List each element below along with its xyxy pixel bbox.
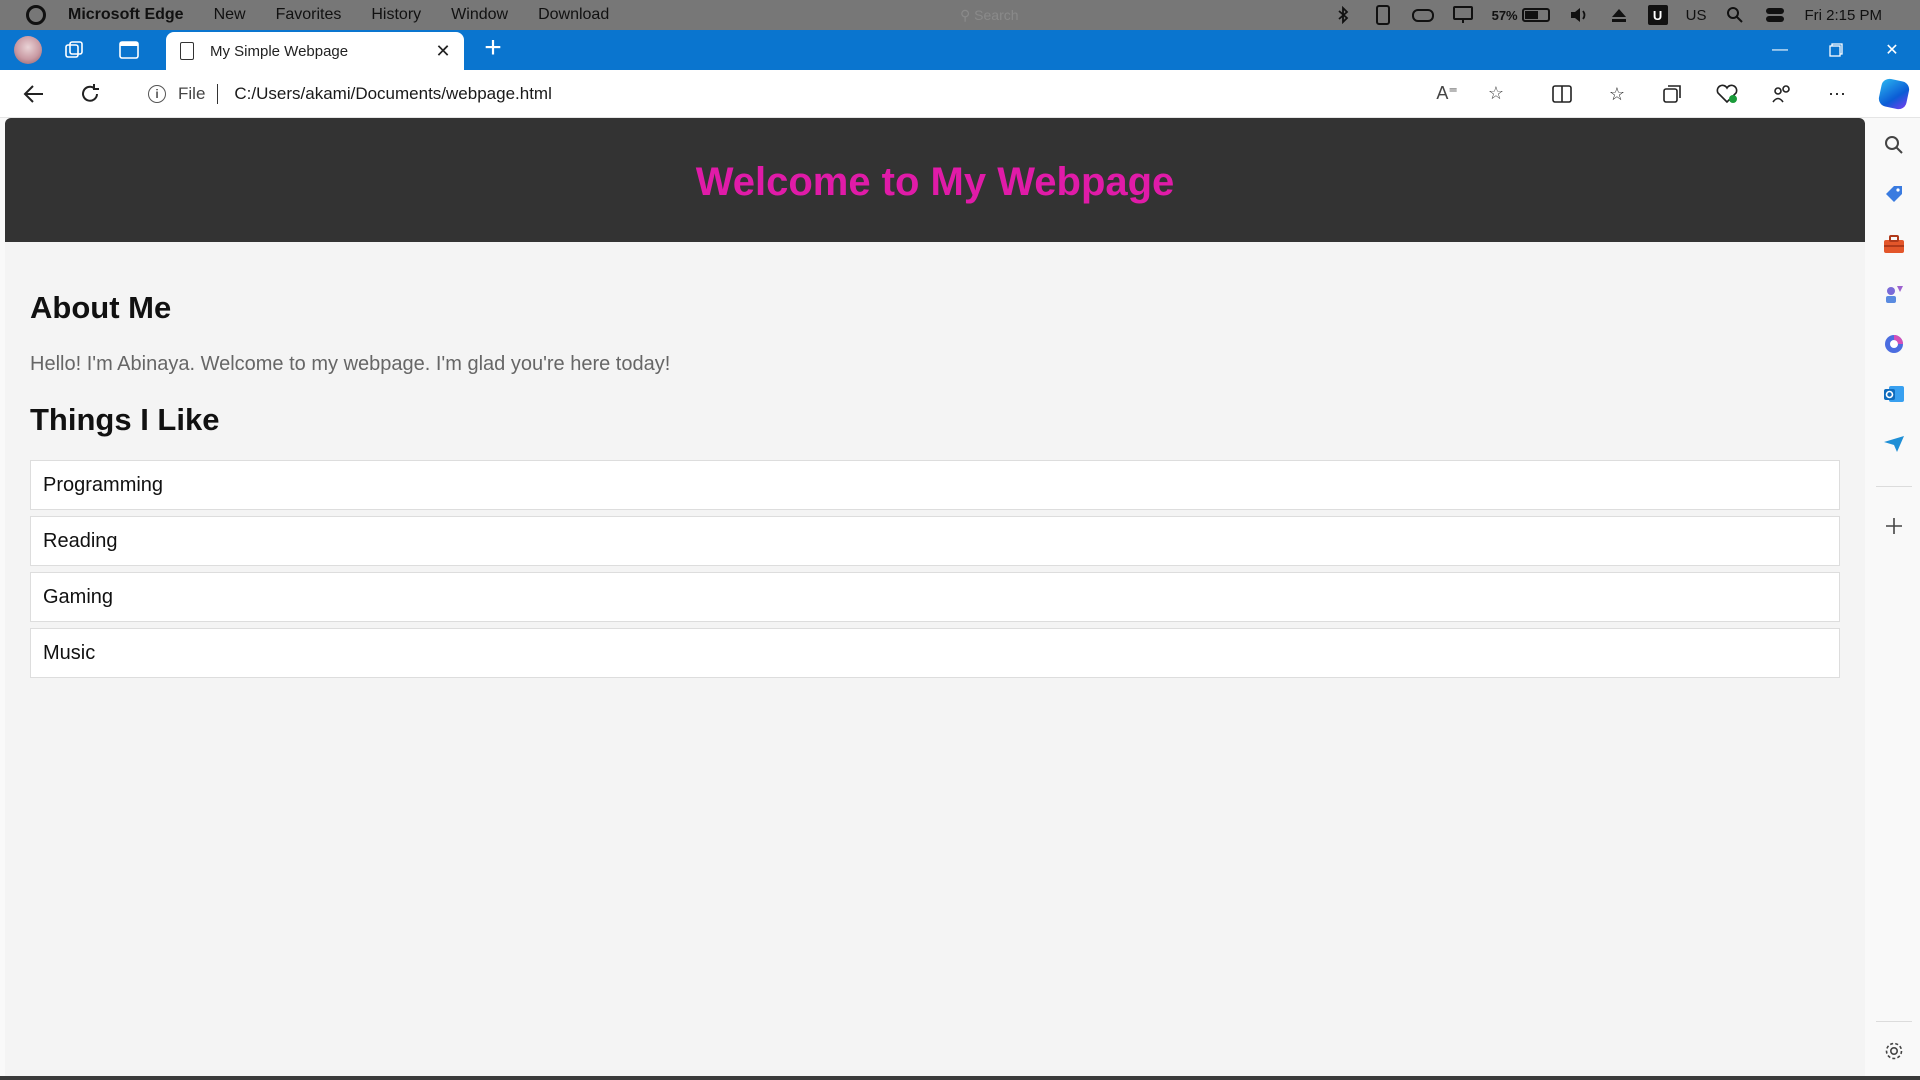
minimize-button[interactable]: — — [1752, 30, 1808, 70]
refresh-button[interactable] — [76, 80, 104, 108]
outlook-icon[interactable] — [1883, 383, 1905, 405]
address-url[interactable]: C:/Users/akami/Documents/webpage.html — [234, 84, 551, 104]
browser-essentials-icon[interactable] — [1715, 82, 1739, 106]
menu-new[interactable]: New — [214, 6, 246, 24]
menu-favorites[interactable]: Favorites — [276, 6, 342, 24]
address-bar[interactable]: i File C:/Users/akami/Documents/webpage.… — [126, 75, 1526, 113]
likes-list: Programming Reading Gaming Music — [30, 460, 1840, 678]
os-status-area: 57% U US Fri 2:15 PM — [1332, 0, 1920, 30]
input-language[interactable]: US — [1686, 7, 1707, 24]
gamepad-icon[interactable] — [1411, 6, 1434, 24]
about-text: Hello! I'm Abinaya. Welcome to my webpag… — [30, 353, 671, 375]
list-item: Music — [30, 628, 1840, 678]
tab-my-simple-webpage[interactable]: My Simple Webpage ✕ — [166, 32, 464, 70]
site-header: Welcome to My Webpage — [5, 118, 1865, 242]
user-u-icon[interactable]: U — [1647, 5, 1668, 25]
likes-heading: Things I Like — [30, 402, 220, 437]
list-item: Reading — [30, 516, 1840, 566]
about-heading: About Me — [30, 290, 172, 325]
battery-fill — [1524, 11, 1539, 19]
phone-icon[interactable] — [1372, 5, 1394, 25]
sidebar-divider-bottom — [1876, 1021, 1912, 1022]
eject-icon[interactable] — [1608, 6, 1630, 24]
volume-icon[interactable] — [1568, 6, 1590, 24]
collections-icon[interactable] — [1660, 82, 1684, 106]
bluetooth-icon[interactable] — [1332, 6, 1354, 24]
share-icon[interactable] — [1770, 82, 1794, 106]
os-menu-bar: Microsoft Edge New Favorites History Win… — [0, 0, 1920, 30]
search-icon[interactable] — [1883, 134, 1905, 156]
restore-button[interactable] — [1808, 30, 1864, 70]
more-icon[interactable]: ⋯ — [1825, 82, 1849, 106]
sidebar-divider — [1876, 486, 1912, 487]
profile-avatar[interactable] — [14, 36, 42, 64]
spotlight-search-icon[interactable] — [1724, 6, 1746, 24]
address-scheme: File — [178, 84, 206, 103]
app-name-menu[interactable]: Microsoft Edge — [68, 6, 184, 24]
new-tab-button[interactable]: + — [478, 33, 508, 64]
window-bottom-edge — [0, 1076, 1920, 1080]
add-icon[interactable] — [1883, 515, 1905, 537]
page-content: About Me Hello! I'm Abinaya. Welcome to … — [5, 290, 1865, 678]
settings-icon[interactable] — [1883, 1040, 1905, 1062]
vertical-tabs-icon[interactable] — [118, 39, 140, 61]
battery-indicator[interactable]: 57% — [1492, 8, 1550, 23]
navigation-bar: i File C:/Users/akami/Documents/webpage.… — [0, 70, 1920, 118]
display-icon[interactable] — [1452, 6, 1474, 24]
microsoft365-icon[interactable] — [1883, 333, 1905, 355]
favorite-star-icon[interactable]: ☆ — [1488, 83, 1504, 104]
games-icon[interactable] — [1883, 283, 1905, 305]
os-search-placeholder: Search — [974, 7, 1019, 23]
shopping-tag-icon[interactable] — [1883, 183, 1905, 205]
clock[interactable]: Fri 2:15 PM — [1804, 7, 1882, 24]
page-title: Welcome to My Webpage — [695, 159, 1175, 204]
send-icon[interactable] — [1883, 433, 1905, 455]
close-window-button[interactable]: ✕ — [1864, 30, 1920, 70]
battery-icon — [1521, 8, 1550, 22]
menu-history[interactable]: History — [371, 6, 421, 24]
menu-download[interactable]: Download — [538, 6, 609, 24]
system-logo-icon[interactable] — [26, 5, 46, 25]
address-bar-actions: A⁼ ☆ — [1436, 83, 1504, 104]
list-item: Gaming — [30, 572, 1840, 622]
document-icon — [180, 42, 194, 60]
edge-sidebar — [1868, 118, 1920, 1080]
page-viewport: Welcome to My Webpage About Me Hello! I'… — [5, 118, 1865, 1076]
tab-strip: My Simple Webpage ✕ + — ✕ — [0, 30, 1920, 70]
site-info-icon[interactable]: i — [148, 85, 166, 103]
menu-window[interactable]: Window — [451, 6, 508, 24]
favorites-icon[interactable]: ☆ — [1605, 82, 1629, 106]
control-center-icon[interactable] — [1764, 6, 1786, 24]
workspaces-icon[interactable] — [64, 39, 86, 61]
address-separator — [217, 84, 219, 104]
read-aloud-icon[interactable]: A⁼ — [1436, 83, 1458, 104]
os-search-field[interactable]: ⚲ Search — [960, 7, 1019, 24]
tools-icon[interactable] — [1883, 233, 1905, 255]
split-screen-icon[interactable] — [1550, 82, 1574, 106]
list-item: Programming — [30, 460, 1840, 510]
battery-percent: 57% — [1491, 7, 1518, 23]
back-button[interactable] — [20, 80, 48, 108]
browser-toolbar: ☆ ⋯ — [1550, 82, 1849, 106]
tab-title: My Simple Webpage — [210, 42, 349, 60]
close-tab-icon[interactable]: ✕ — [432, 40, 454, 62]
